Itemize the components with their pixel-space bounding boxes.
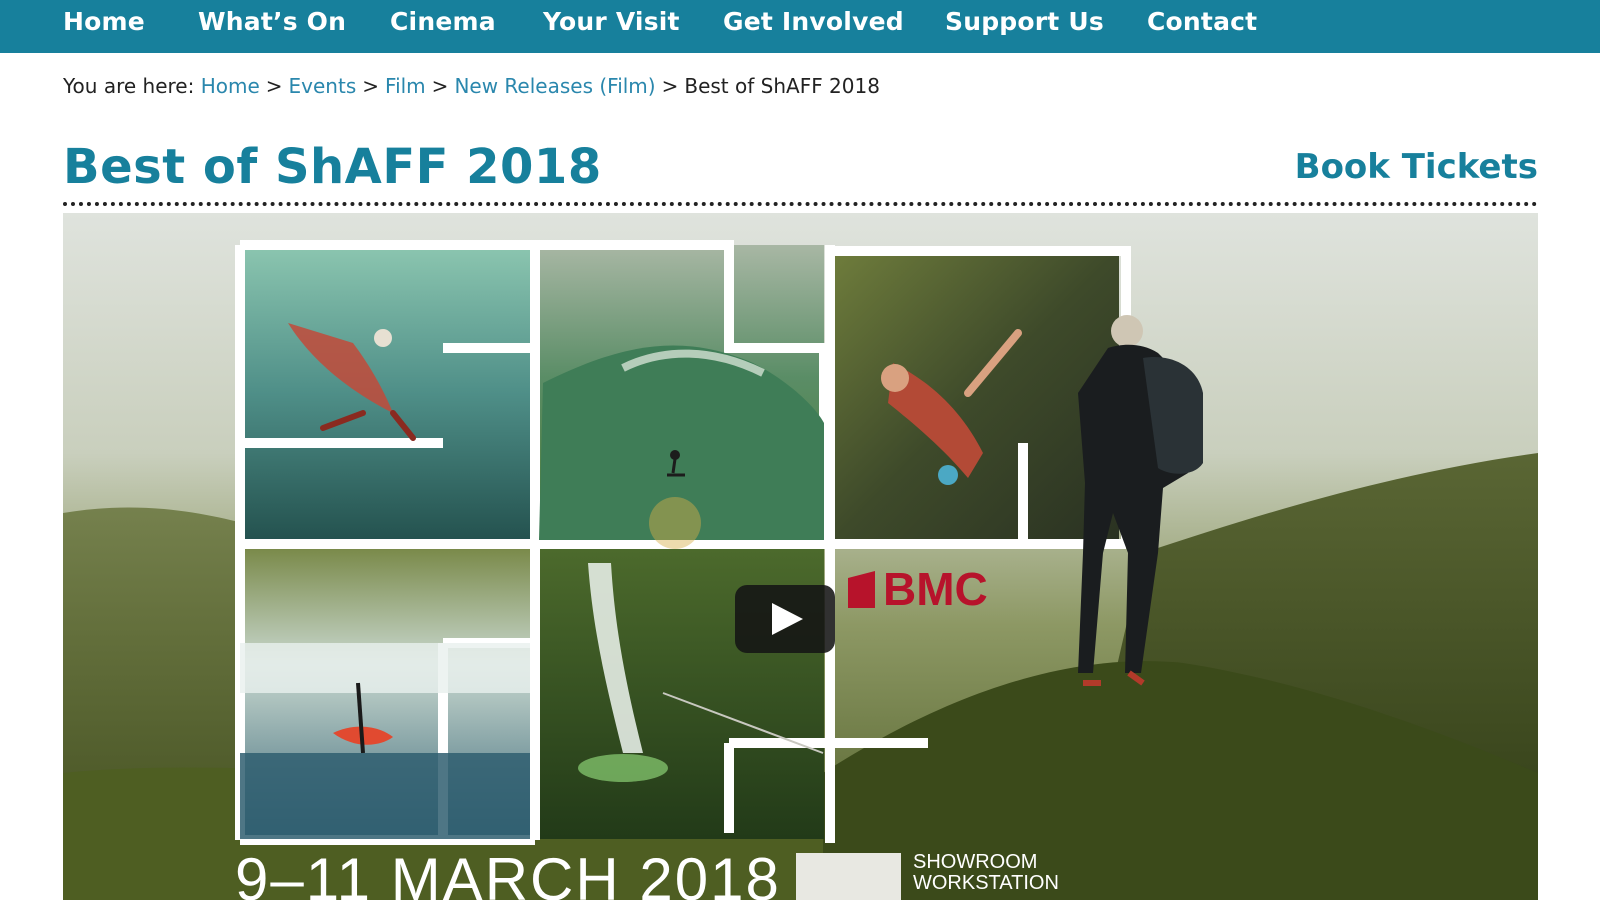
title-divider (63, 202, 1538, 206)
play-button[interactable] (735, 585, 835, 653)
nav-item-contact[interactable]: Contact (1147, 5, 1257, 39)
nav-item-whats-on[interactable]: What’s On (198, 5, 346, 39)
breadcrumb-link-film[interactable]: Film (385, 74, 426, 98)
breadcrumb-separator: > (265, 74, 283, 98)
venue-logo-block (796, 853, 901, 900)
nav-item-get-involved[interactable]: Get Involved (723, 5, 904, 39)
poster-date-text: 9–11 MARCH 2018 (235, 846, 781, 900)
breadcrumb-separator: > (661, 74, 679, 98)
breadcrumb-link-events[interactable]: Events (289, 74, 357, 98)
video-poster: BMC 9–11 MARCH 2018 SHOWROOM WORKSTATION (63, 213, 1538, 900)
breadcrumb-separator: > (431, 74, 449, 98)
nav-item-your-visit[interactable]: Your Visit (543, 5, 680, 39)
breadcrumb-current: Best of ShAFF 2018 (684, 74, 880, 98)
bmc-logo-text: BMC (883, 563, 988, 615)
breadcrumb-link-home[interactable]: Home (201, 74, 260, 98)
nav-item-home[interactable]: Home (63, 5, 145, 39)
page-title: Best of ShAFF 2018 (63, 139, 602, 195)
venue-line-1: SHOWROOM (913, 851, 1037, 873)
breadcrumb: You are here: Home > Events > Film > New Relea… (63, 72, 880, 100)
video-player[interactable]: BMC 9–11 MARCH 2018 SHOWROOM WORKSTATION (63, 213, 1538, 900)
book-tickets-link[interactable]: Book Tickets (1295, 145, 1538, 189)
nav-item-support-us[interactable]: Support Us (945, 5, 1104, 39)
nav-item-cinema[interactable]: Cinema (390, 5, 496, 39)
breadcrumb-separator: > (362, 74, 380, 98)
breadcrumb-link-new-releases[interactable]: New Releases (Film) (454, 74, 655, 98)
venue-line-2: WORKSTATION (913, 872, 1059, 894)
main-navigation: Home What’s On Cinema Your Visit Get Inv… (0, 0, 1600, 53)
breadcrumb-prefix: You are here: (63, 74, 195, 98)
